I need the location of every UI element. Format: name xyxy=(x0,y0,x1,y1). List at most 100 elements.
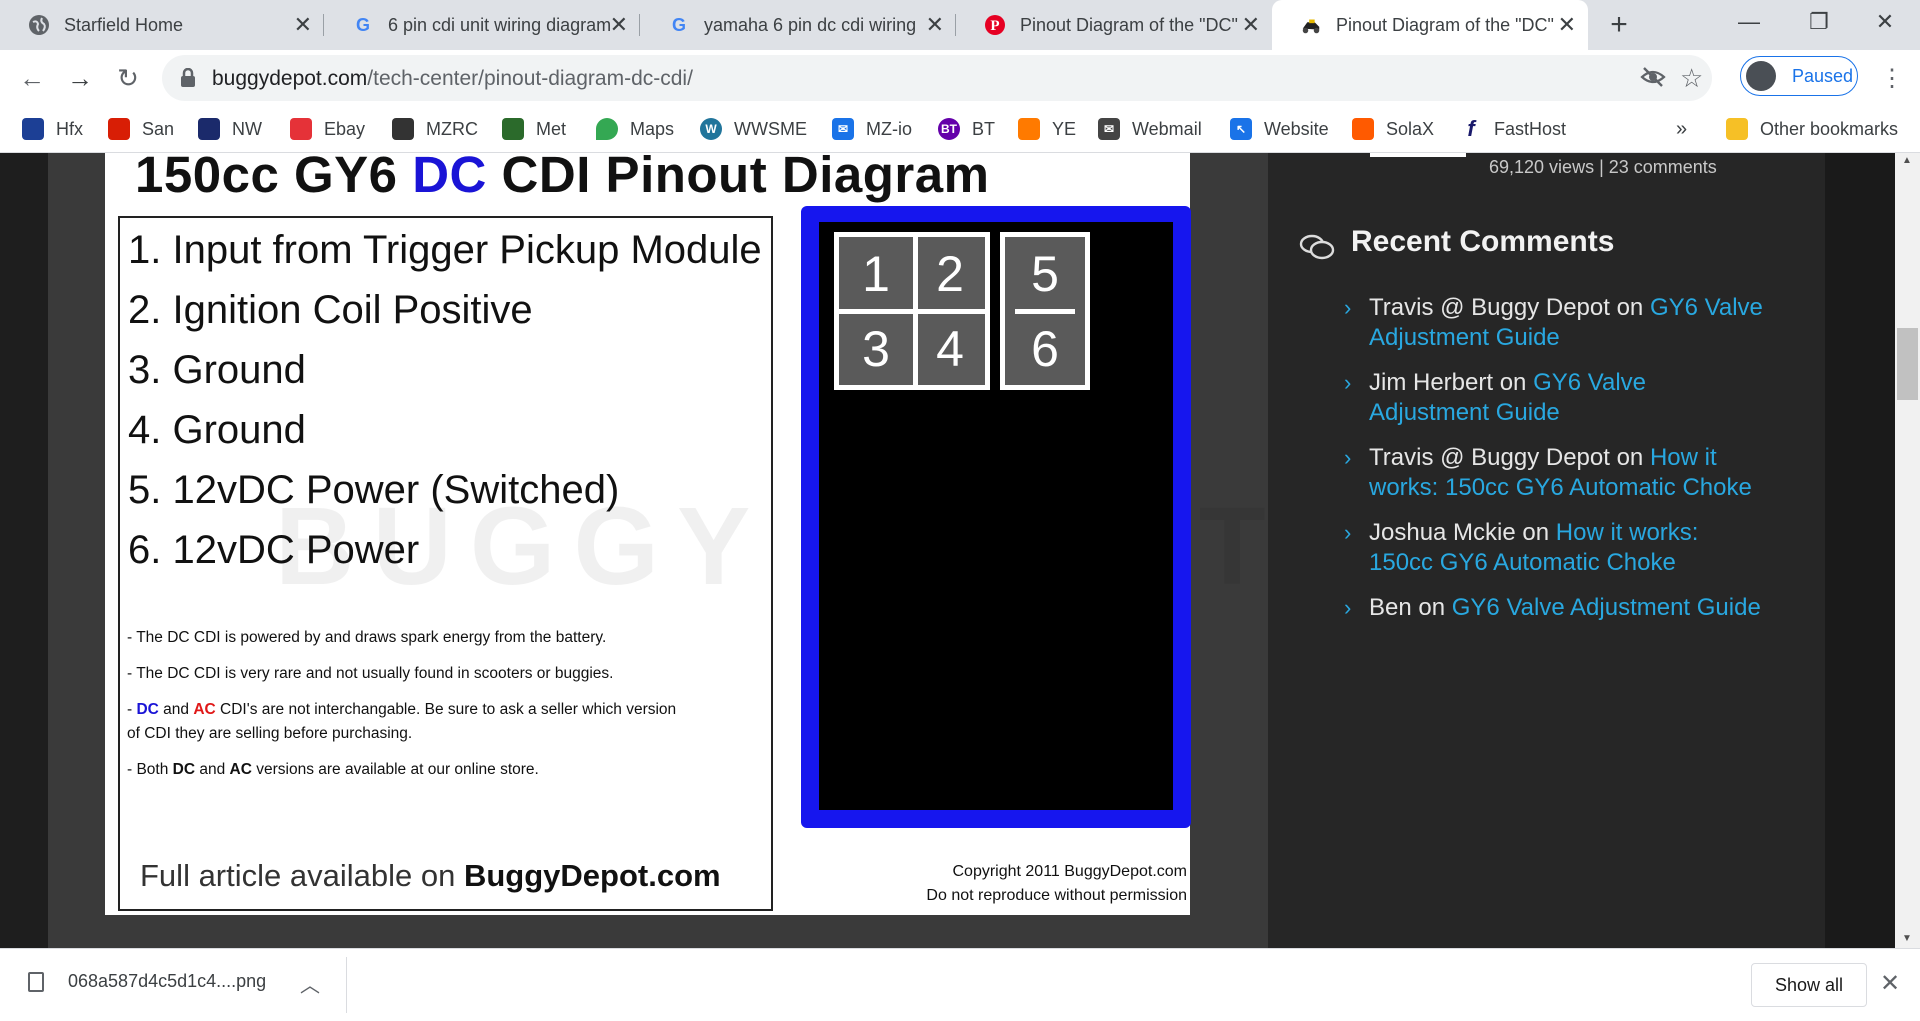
bookmark-san[interactable]: San xyxy=(108,116,174,142)
connector-pin-5: 5 xyxy=(1031,246,1059,302)
minimize-icon[interactable]: — xyxy=(1714,0,1784,44)
menu-dots-icon[interactable]: ⋮ xyxy=(1872,58,1912,98)
divider xyxy=(346,957,347,1013)
left-gutter xyxy=(0,153,48,948)
scroll-up-arrow-icon[interactable]: ▲ xyxy=(1902,155,1912,166)
bookmark-hfx[interactable]: Hfx xyxy=(22,116,83,142)
globe-icon xyxy=(28,14,50,36)
pin-list-box: 1. Input from Trigger Pickup Module 2. I… xyxy=(118,216,773,911)
svg-text:P: P xyxy=(990,18,999,34)
tab-close-icon[interactable]: ✕ xyxy=(1242,12,1260,38)
hfx-icon xyxy=(22,118,44,140)
pinterest-icon: P xyxy=(984,14,1006,36)
download-item[interactable]: 068a587d4c5d1c4....png xyxy=(28,971,266,992)
pin-6-label: 6. 12vDC Power xyxy=(128,528,420,572)
address-bar[interactable]: buggydepot.com/tech-center/pinout-diagra… xyxy=(162,55,1712,101)
tab-close-icon[interactable]: ✕ xyxy=(1558,12,1576,38)
other-bookmarks-folder[interactable]: Other bookmarks xyxy=(1726,116,1898,142)
page-content: BUGGY DEPOT 150cc GY6 DC CDI Pinout Diag… xyxy=(0,153,1920,948)
chevron-up-icon[interactable]: ︿ xyxy=(300,969,320,998)
browser-toolbar: ← → ↻ buggydepot.com/tech-center/pinout-… xyxy=(0,50,1920,106)
bookmark-met[interactable]: Met xyxy=(502,116,566,142)
divider-horizontal xyxy=(1015,309,1075,314)
restore-icon[interactable]: ❐ xyxy=(1784,0,1854,44)
google-icon: G xyxy=(668,14,690,36)
bookmark-mz-io[interactable]: ✉ MZ-io xyxy=(832,116,912,142)
connector-pin-6: 6 xyxy=(1031,321,1059,377)
pinout-diagram-image: BUGGY DEPOT 150cc GY6 DC CDI Pinout Diag… xyxy=(105,153,1266,915)
forward-arrow-icon[interactable]: → xyxy=(60,58,100,98)
ebay-icon xyxy=(290,118,312,140)
note-3-line-2: of CDI they are selling before purchasin… xyxy=(127,725,413,742)
bookmark-webmail[interactable]: ✉ Webmail xyxy=(1098,116,1202,142)
cdi-connector-drawing: 1 2 3 4 5 6 xyxy=(801,206,1191,828)
tracking-blocked-eye-icon[interactable] xyxy=(1640,66,1666,88)
bt-icon: BT xyxy=(938,118,960,140)
tab-pinout-diagram-active[interactable]: Pinout Diagram of the "DC" ✕ xyxy=(1272,0,1588,50)
bookmark-ye[interactable]: YE xyxy=(1018,116,1076,142)
cursor-icon: ↖ xyxy=(1230,118,1252,140)
download-bar: 068a587d4c5d1c4....png ︿ Show all ✕ xyxy=(0,948,1920,1021)
reload-icon[interactable]: ↻ xyxy=(108,58,148,98)
maps-pin-icon xyxy=(596,118,618,140)
tab-google-search-2[interactable]: G yamaha 6 pin dc cdi wiring ✕ xyxy=(640,0,956,50)
tab-strip: Starfield Home ✕ G 6 pin cdi unit wiring… xyxy=(0,0,1920,50)
tab-close-icon[interactable]: ✕ xyxy=(294,12,312,38)
bookmark-star-icon[interactable]: ☆ xyxy=(1680,63,1703,94)
ye-icon xyxy=(1018,118,1040,140)
tab-close-icon[interactable]: ✕ xyxy=(610,12,628,38)
solax-icon xyxy=(1352,118,1374,140)
bookmark-solax[interactable]: SolaX xyxy=(1352,116,1434,142)
tab-pinterest[interactable]: P Pinout Diagram of the "DC" ✕ xyxy=(956,0,1272,50)
rc-car-icon xyxy=(392,118,414,140)
comments-icon xyxy=(1299,233,1335,268)
bookmark-wwsme[interactable]: W WWSME xyxy=(700,116,807,142)
right-gutter xyxy=(1825,153,1895,948)
page-scrollbar[interactable]: ▲ ▼ xyxy=(1895,153,1920,948)
note-4: - Both DC and AC versions are available … xyxy=(127,761,539,778)
connector-body: 1 2 3 4 5 6 xyxy=(819,222,1173,810)
tab-close-icon[interactable]: ✕ xyxy=(926,12,944,38)
show-all-button[interactable]: Show all xyxy=(1751,963,1867,1007)
pin-block-1-4: 1 2 3 4 xyxy=(834,232,990,390)
pin-5-label: 5. 12vDC Power (Switched) xyxy=(128,468,620,512)
lock-icon[interactable] xyxy=(180,68,196,88)
bookmark-website[interactable]: ↖ Website xyxy=(1230,116,1329,142)
pin-block-5-6: 5 6 xyxy=(1000,232,1090,390)
pin-2-label: 2. Ignition Coil Positive xyxy=(128,288,533,332)
bookmarks-overflow-chevron[interactable]: » xyxy=(1676,116,1687,142)
close-download-bar-icon[interactable]: ✕ xyxy=(1880,969,1900,998)
post-thumbnail-edge xyxy=(1370,153,1466,157)
copyright-notice: Copyright 2011 BuggyDepot.com Do not rep… xyxy=(926,863,1187,904)
bookmark-fasthost[interactable]: f FastHost xyxy=(1460,116,1566,142)
scroll-down-arrow-icon[interactable]: ▼ xyxy=(1902,933,1912,944)
chevron-right-icon: › xyxy=(1344,295,1352,320)
connector-pin-1: 1 xyxy=(862,246,890,302)
back-arrow-icon[interactable]: ← xyxy=(12,58,52,98)
bookmark-ebay[interactable]: Ebay xyxy=(290,116,365,142)
full-article-caption: Full article available on BuggyDepot.com xyxy=(140,858,721,893)
connector-pin-3: 3 xyxy=(862,321,890,377)
met-office-icon xyxy=(502,118,524,140)
note-2: - The DC CDI is very rare and not usuall… xyxy=(127,665,614,682)
google-icon: G xyxy=(352,14,374,36)
svg-text:G: G xyxy=(356,15,370,35)
bookmark-mzrc[interactable]: MZRC xyxy=(392,116,478,142)
tab-starfield-home[interactable]: Starfield Home ✕ xyxy=(0,0,324,50)
bookmark-bt[interactable]: BT BT xyxy=(938,116,995,142)
pin-3-label: 3. Ground xyxy=(128,348,306,392)
envelope-icon: ✉ xyxy=(1098,118,1120,140)
chevron-right-icon: › xyxy=(1344,595,1352,620)
profile-button[interactable]: Paused xyxy=(1740,56,1858,96)
scrollbar-thumb[interactable] xyxy=(1897,328,1918,400)
wordpress-icon: W xyxy=(700,118,722,140)
comment-post-link[interactable]: GY6 Valve Adjustment Guide xyxy=(1452,594,1761,621)
connector-pin-4: 4 xyxy=(936,321,964,377)
new-tab-icon[interactable]: + xyxy=(1602,8,1636,42)
bookmark-maps[interactable]: Maps xyxy=(596,116,674,142)
santander-icon xyxy=(108,118,130,140)
window-close-icon[interactable]: ✕ xyxy=(1850,0,1920,44)
bookmark-nw[interactable]: NW xyxy=(198,116,262,142)
tab-google-search-1[interactable]: G 6 pin cdi unit wiring diagram ✕ xyxy=(324,0,640,50)
diagram-title: 150cc GY6 DC CDI Pinout Diagram xyxy=(135,153,990,203)
